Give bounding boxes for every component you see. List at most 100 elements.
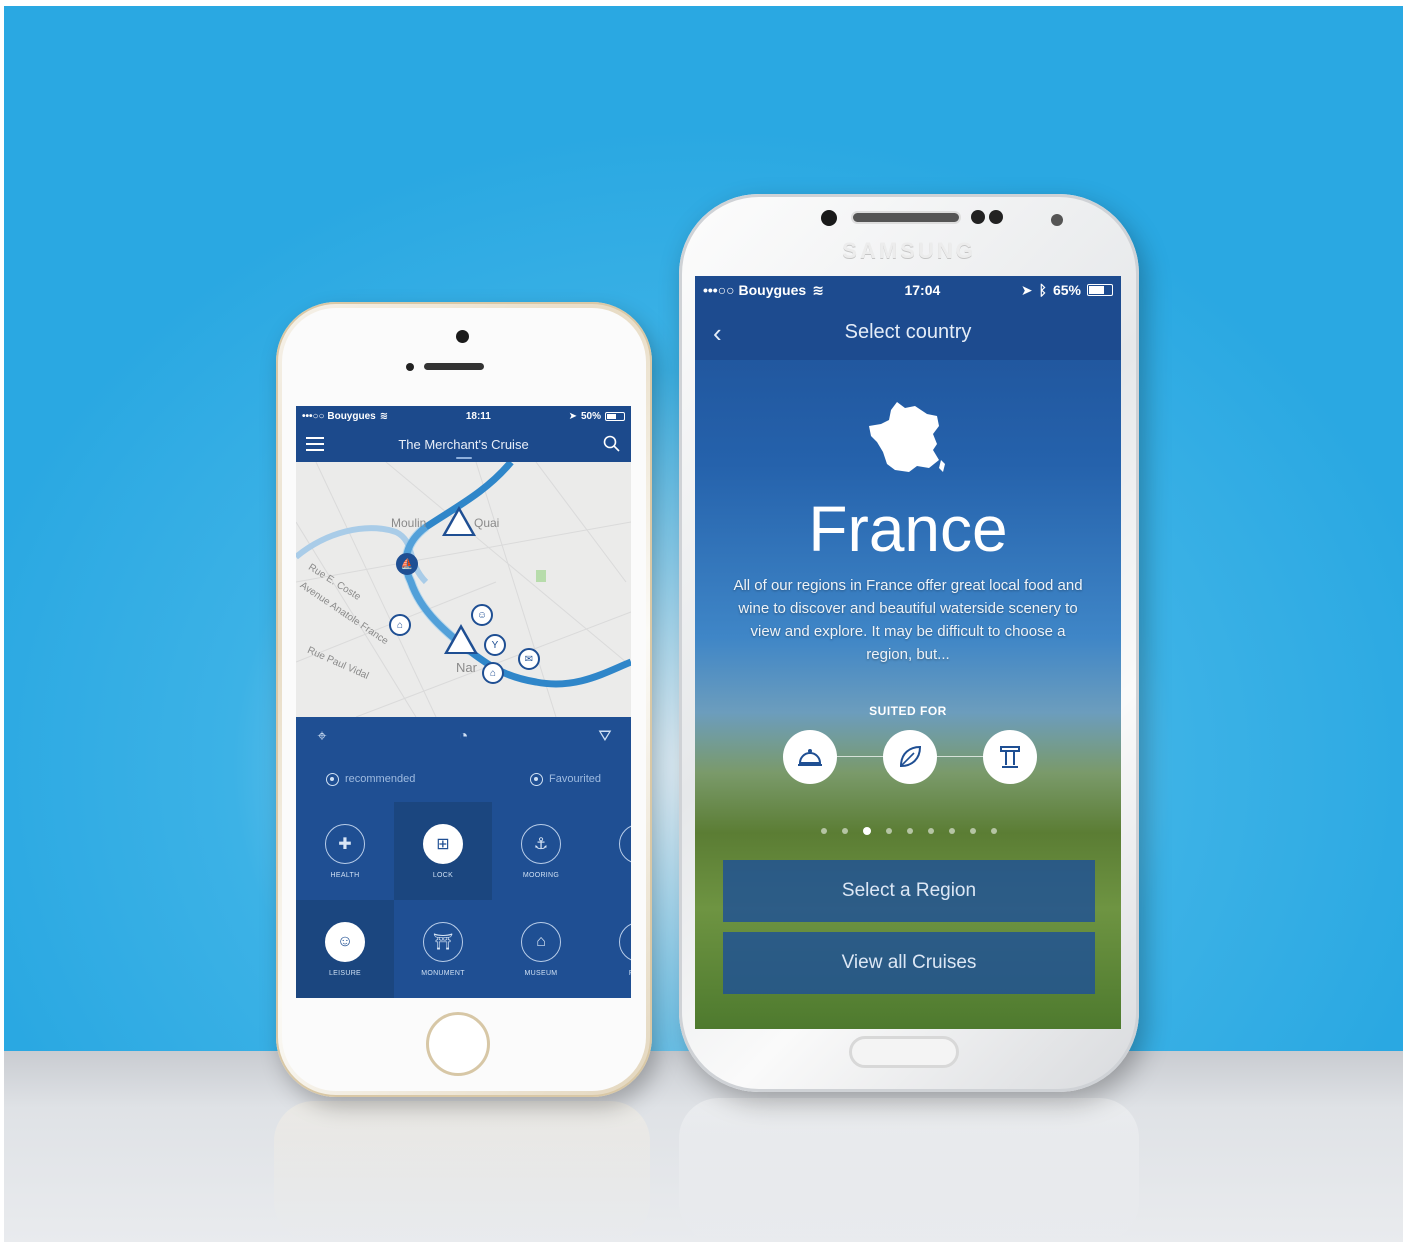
category-label: LOCK [432,871,454,879]
mooring-icon: ⚓ [521,823,561,864]
page-title: The Merchant's Cruise [398,436,529,452]
filter-panel: ⌖ ◔ ⛛ recommended Favourited ✚ HEALTH ⊞ LOC… [296,717,631,998]
home-button[interactable] [426,1012,490,1076]
food-cloche-icon[interactable] [783,730,837,784]
nature-icon: ❦ [619,823,631,864]
museum-icon: ⌂ [521,921,561,962]
lock-marker[interactable] [442,506,476,536]
category-nat[interactable]: ❦NAT [590,802,631,900]
status-time: 18:11 [465,410,491,422]
battery-percent: 65% [1052,282,1081,298]
carrier: •••○○ Bouygues [703,282,807,298]
wifi-icon: ≋ [812,281,824,298]
app-header: The Merchant's Cruise [296,426,631,462]
status-bar: •••○○ Bouygues ≋ 17:04 ➤ ᛒ 65% [695,276,1121,304]
category-museum[interactable]: ⌂ MUSEUM [492,900,590,998]
iphone-device: •••○○ Bouygues ≋ 18:11 ➤ 50% The Merchan… [276,302,652,1097]
filter-icon[interactable]: ⛛ [595,727,615,747]
category-monument[interactable]: ⛩ MONUMENT [394,900,492,998]
category-label: MOORING [522,871,560,879]
samsung-screen: •••○○ Bouygues ≋ 17:04 ➤ ᛒ 65% ‹ Select … [695,276,1121,1029]
sensor [989,210,1003,224]
column-icon[interactable] [983,730,1037,784]
pager-dot[interactable] [842,828,848,834]
pager-dot[interactable] [886,828,892,834]
earpiece-speaker [851,211,961,224]
location-arrow-icon: ➤ [568,410,577,422]
iphone-screen: •••○○ Bouygues ≋ 18:11 ➤ 50% The Merchan… [296,406,631,998]
location-arrow-icon: ➤ [1020,281,1033,298]
route-map[interactable]: Moulin Quai Rue E. Coste Avenue Anatole … [296,462,631,717]
pager-dot[interactable] [928,828,934,834]
front-camera [1051,214,1063,226]
carousel-pager[interactable] [821,827,997,835]
map-label: Nar [456,660,477,675]
boat-position-marker[interactable]: ⛵ [396,553,418,575]
filter-toggles: recommended Favourited [296,753,631,793]
battery-percent: 50% [580,410,601,422]
category-lock[interactable]: ⊞ LOCK [394,802,492,900]
country-name: France [808,493,1008,565]
battery-icon [1087,284,1113,296]
crosshair-icon[interactable]: ⌖ [312,727,332,747]
iphone-reflection [274,1101,650,1241]
earpiece-speaker [424,363,484,370]
lock-gate-icon: ⊞ [423,823,463,864]
category-leisure[interactable]: ☺ LEISURE [296,900,394,998]
country-description: All of our regions in France offer great… [733,577,1083,663]
search-icon[interactable] [603,435,621,453]
status-time: 17:04 [904,282,941,298]
hamburger-icon[interactable] [306,437,324,451]
speedometer-icon[interactable]: ◔ [454,727,474,747]
leaf-icon[interactable] [883,730,937,784]
select-region-button[interactable]: Select a Region [723,860,1095,922]
samsung-reflection [679,1098,1139,1242]
pager-dot[interactable] [970,828,976,834]
samsung-device: SAMSUNG •••○○ Bouygues ≋ 17:04 ➤ ᛒ 65% ‹… [679,194,1139,1092]
map-toolbar: ⌖ ◔ ⛛ [296,717,631,753]
category-label: MONUMENT [421,969,465,977]
category-label: LEISURE [328,969,362,977]
front-camera [456,330,469,343]
suited-for-heading: SUITED FOR [869,704,947,718]
app-header: ‹ Select country [695,304,1121,360]
category-post[interactable]: ✉ POST [590,900,631,998]
favourited-toggle[interactable]: Favourited [530,765,601,793]
status-bar: •••○○ Bouygues ≋ 18:11 ➤ 50% [296,406,631,426]
proximity-sensor [406,363,414,371]
chevron-left-icon[interactable]: ‹ [713,318,722,349]
category-label: MUSEUM [524,969,558,977]
bar-marker[interactable]: Y [484,634,506,656]
pager-dot[interactable] [863,827,871,835]
wifi-icon: ≋ [379,410,389,422]
category-label: HEALTH [330,871,360,879]
pager-dot[interactable] [949,828,955,834]
carrier: •••○○ Bouygues [302,410,376,422]
france-map-icon [869,402,945,472]
view-all-cruises-button[interactable]: View all Cruises [723,932,1095,994]
category-mooring[interactable]: ⚓ MOORING [492,802,590,900]
post-marker[interactable]: ✉ [518,648,540,670]
battery-icon [605,411,625,421]
first-aid-icon: ✚ [325,823,365,864]
recommended-toggle[interactable]: recommended [326,765,415,793]
monument-icon: ⛩ [423,921,463,962]
category-health[interactable]: ✚ HEALTH [296,802,394,900]
product-scene: •••○○ Bouygues ≋ 18:11 ➤ 50% The Merchan… [4,6,1403,1242]
drag-handle[interactable] [456,457,472,459]
brand-logo: SAMSUNG [842,238,976,263]
monument-marker[interactable]: ⌂ [389,614,411,636]
category-label: POST [629,970,631,977]
leisure-icon: ☺ [325,921,365,962]
leisure-marker[interactable]: ☺ [471,604,493,626]
pager-dot[interactable] [907,828,913,834]
suited-icons [783,730,1037,784]
front-camera [821,210,837,226]
home-button[interactable] [849,1036,959,1068]
pager-dot[interactable] [991,828,997,834]
lock-marker[interactable] [444,624,478,654]
museum-marker[interactable]: ⌂ [482,662,504,684]
pager-dot[interactable] [821,828,827,834]
map-label: Quai [474,516,500,530]
radio-icon [326,772,339,786]
